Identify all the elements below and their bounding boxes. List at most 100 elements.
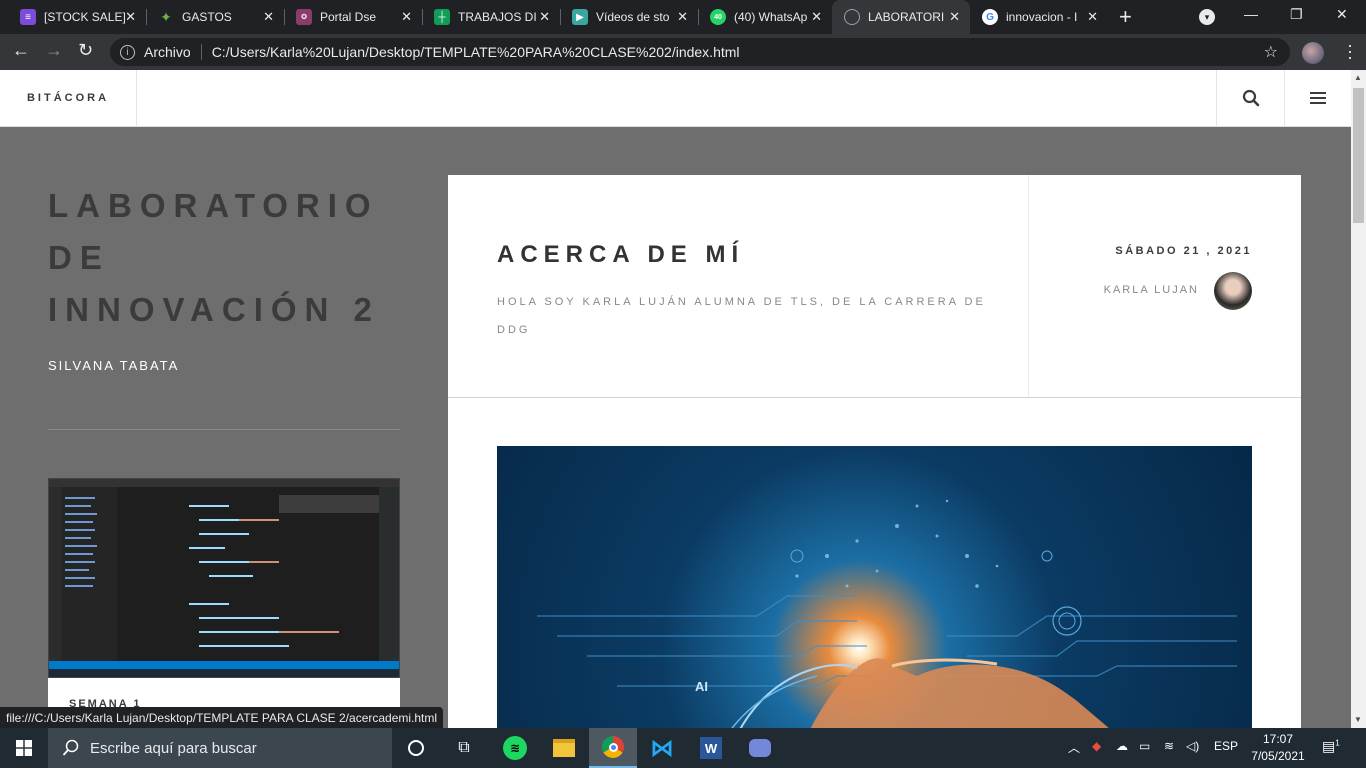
file-explorer-icon[interactable]: [540, 728, 588, 768]
language-indicator[interactable]: ESP: [1214, 739, 1238, 753]
browser-toolbar: ← → ↻ i Archivo C:/Users/Karla%20Lujan/D…: [0, 34, 1366, 70]
code-screenshot-image: [49, 479, 399, 677]
taskbar-clock[interactable]: 17:07 7/05/2021: [1250, 731, 1306, 765]
tab-search-icon[interactable]: ▾: [1199, 9, 1215, 25]
tab-title: (40) WhatsAp: [734, 10, 808, 24]
whatsapp-badge: 40: [714, 13, 722, 21]
onedrive-icon[interactable]: ☁: [1116, 739, 1128, 753]
profile-avatar[interactable]: [1302, 42, 1324, 64]
reload-icon[interactable]: ↻: [78, 40, 93, 61]
antivirus-icon[interactable]: ◆: [1092, 739, 1101, 753]
tray-overflow-icon[interactable]: ︿: [1068, 739, 1080, 756]
scroll-up-arrow-icon[interactable]: ▲: [1354, 73, 1362, 82]
taskbar-search-placeholder: Escribe aquí para buscar: [90, 739, 257, 757]
close-icon[interactable]: ✕: [401, 9, 412, 25]
volume-icon[interactable]: ◁): [1186, 739, 1199, 753]
browser-menu-icon[interactable]: · · ·: [1347, 36, 1353, 66]
back-icon[interactable]: ←: [12, 40, 30, 61]
tab-laboratorio[interactable]: LABORATORI ✕: [832, 0, 970, 34]
tab-videos[interactable]: ▶ Vídeos de sto ✕: [560, 0, 698, 34]
task-view-icon[interactable]: ⧉: [440, 728, 488, 768]
battery-icon[interactable]: ▭: [1139, 739, 1150, 753]
code-editor-thumbnail[interactable]: [48, 478, 400, 678]
taskbar-search-box[interactable]: Escribe aquí para buscar: [48, 728, 392, 768]
search-icon: [62, 739, 79, 756]
wifi-icon[interactable]: ≋: [1164, 739, 1174, 753]
hamburger-icon: [1310, 92, 1326, 104]
tab-title: Portal Dse: [320, 10, 377, 24]
sidebar-title: LABORATORIO DE INNOVACIÓN 2: [48, 187, 380, 328]
tab-gastos[interactable]: ✦ GASTOS ✕: [146, 0, 284, 34]
sheets-icon: ┼: [434, 9, 450, 25]
post-card: ACERCA DE MÍ HOLA SOY KARLA LUJÁN ALUMNA…: [448, 175, 1301, 735]
site-brand[interactable]: BITÁCORA: [0, 70, 137, 126]
address-prefix: Archivo: [144, 44, 191, 60]
tab-trabajos[interactable]: ┼ TRABAJOS DI ✕: [422, 0, 560, 34]
browser-tab-strip: ≡ [STOCK SALE] ✕ ✦ GASTOS ✕ ✪ Portal Dse…: [0, 0, 1366, 34]
whatsapp-icon: 40: [710, 9, 726, 25]
clock-time: 17:07: [1262, 732, 1294, 746]
notification-count: 1: [1335, 738, 1340, 748]
close-icon[interactable]: ✕: [263, 9, 274, 25]
forward-icon[interactable]: →: [45, 40, 63, 61]
close-icon[interactable]: ✕: [125, 9, 136, 25]
tab-stock-sale[interactable]: ≡ [STOCK SALE] ✕: [8, 0, 146, 34]
notification-center-icon[interactable]: ▤1: [1322, 738, 1340, 755]
vscode-icon[interactable]: ⋈: [638, 728, 686, 768]
close-icon[interactable]: ✕: [949, 9, 960, 25]
post-date: SÁBADO 21 , 2021: [1115, 245, 1252, 257]
window-close-icon[interactable]: ✕: [1336, 6, 1348, 23]
post-header-divider: [1028, 175, 1029, 397]
site-search-button[interactable]: [1216, 70, 1284, 126]
ai-hand-illustration: AI: [537, 499, 1237, 735]
sidebar-subtitle: SILVANA TABATA: [48, 358, 180, 373]
tab-title: LABORATORI: [868, 10, 945, 24]
discord-icon[interactable]: [736, 728, 784, 768]
globe-icon: [844, 9, 860, 25]
site-header: BITÁCORA: [0, 70, 1351, 127]
list-icon: ≡: [20, 9, 36, 25]
tab-title: Vídeos de sto: [596, 10, 670, 24]
address-separator: [200, 44, 202, 60]
address-bar[interactable]: i Archivo C:/Users/Karla%20Lujan/Desktop…: [110, 38, 1290, 66]
close-icon[interactable]: ✕: [811, 9, 822, 25]
search-icon: [1242, 89, 1259, 107]
portal-icon: ✪: [296, 9, 312, 25]
scroll-down-arrow-icon[interactable]: ▼: [1354, 715, 1362, 724]
site-menu-button[interactable]: [1284, 70, 1351, 126]
sidebar-post-card[interactable]: SEMANA 1: [48, 478, 400, 738]
author-avatar[interactable]: [1214, 272, 1252, 310]
post-description: HOLA SOY KARLA LUJÁN ALUMNA DE TLS, DE L…: [497, 296, 986, 336]
scrollbar-thumb[interactable]: [1353, 88, 1364, 223]
address-url[interactable]: C:/Users/Karla%20Lujan/Desktop/TEMPLATE%…: [212, 44, 740, 60]
chrome-icon[interactable]: [589, 728, 637, 768]
info-icon[interactable]: i: [120, 44, 135, 60]
new-tab-button[interactable]: +: [1119, 4, 1132, 30]
maximize-icon[interactable]: ❐: [1290, 6, 1303, 23]
clock-date: 7/05/2021: [1251, 749, 1305, 763]
minimize-icon[interactable]: —: [1244, 6, 1258, 22]
spotify-icon[interactable]: ≋: [491, 728, 539, 768]
close-icon[interactable]: ✕: [539, 9, 550, 25]
money-icon: ✦: [160, 8, 172, 25]
page-scrollbar[interactable]: ▲ ▼: [1351, 70, 1366, 728]
bookmark-star-icon[interactable]: ☆: [1264, 42, 1278, 62]
close-icon[interactable]: ✕: [1087, 9, 1098, 25]
tab-whatsapp[interactable]: 40 (40) WhatsAp ✕: [698, 0, 832, 34]
tab-innovacion[interactable]: G innovacion - I ✕: [970, 0, 1108, 34]
post-title[interactable]: ACERCA DE MÍ: [497, 241, 744, 269]
post-author[interactable]: KARLA LUJAN: [1104, 284, 1199, 296]
start-button[interactable]: [0, 728, 48, 768]
post-hero-image: AI: [497, 446, 1252, 735]
video-icon: ▶: [572, 9, 588, 25]
google-icon: G: [982, 9, 998, 25]
sidebar-divider: [48, 429, 400, 430]
tab-portal-dse[interactable]: ✪ Portal Dse ✕: [284, 0, 422, 34]
hero-ai-label: AI: [695, 679, 708, 694]
status-link-url: file:///C:/Users/Karla Lujan/Desktop/TEM…: [0, 707, 444, 728]
close-icon[interactable]: ✕: [677, 9, 688, 25]
word-icon[interactable]: W: [687, 728, 735, 768]
tab-title: TRABAJOS DI: [458, 10, 537, 24]
tab-title: GASTOS: [182, 10, 232, 24]
cortana-icon[interactable]: [392, 728, 440, 768]
